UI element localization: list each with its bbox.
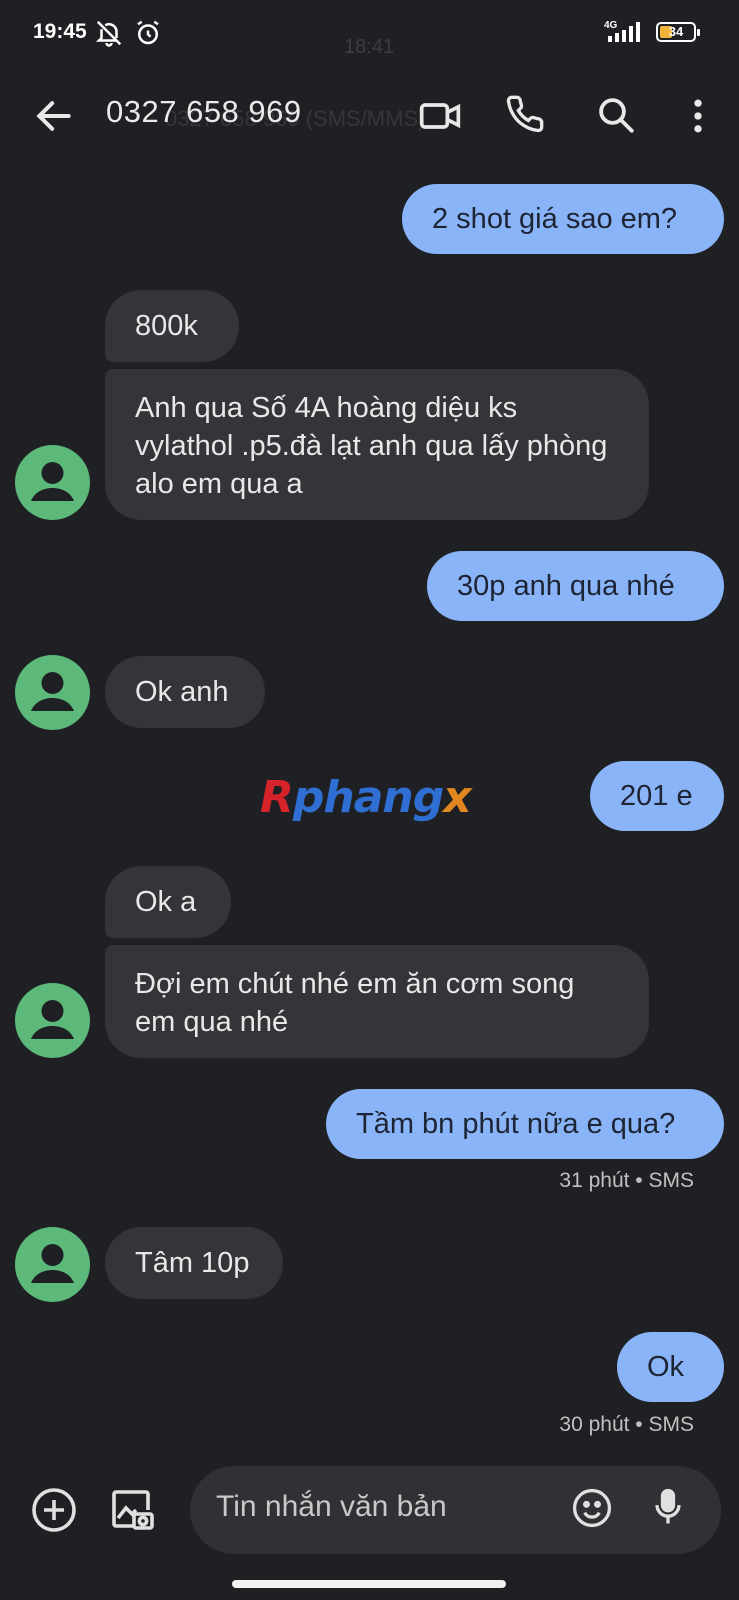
message-outgoing[interactable]: Ok	[617, 1332, 724, 1402]
message-meta: 31 phút • SMS	[559, 1169, 694, 1192]
app-bar: 0327 658 969 (SMS/MMS) 0327 658 969	[0, 66, 739, 166]
message-outgoing[interactable]: 201 e	[590, 761, 724, 831]
message-meta: 30 phút • SMS	[559, 1413, 694, 1436]
message-incoming[interactable]: Tâm 10p	[105, 1227, 283, 1299]
message-incoming[interactable]: Anh qua Số 4A hoàng diệu ks vylathol .p5…	[105, 369, 649, 520]
message-incoming[interactable]: Ok a	[105, 866, 231, 938]
add-circle-icon[interactable]	[30, 1486, 78, 1539]
battery-icon: 34	[656, 22, 700, 42]
message-outgoing[interactable]: Tầm bn phút nữa e qua?	[326, 1089, 724, 1159]
emoji-icon[interactable]	[570, 1486, 614, 1535]
conversation-title: 0327 658 969	[106, 94, 302, 129]
video-call-icon[interactable]	[418, 94, 462, 143]
ghost-time: 18:41	[344, 36, 395, 58]
signal-icon	[606, 22, 646, 49]
alarm-icon	[133, 18, 163, 53]
avatar[interactable]	[15, 983, 90, 1058]
composer-bar: Tin nhắn văn bản	[0, 1460, 739, 1560]
phone-icon[interactable]	[505, 94, 545, 139]
watermark-part-1: R	[260, 772, 294, 823]
mic-icon[interactable]	[646, 1484, 690, 1535]
message-incoming[interactable]: Đợi em chút nhé em ăn cơm song em qua nh…	[105, 945, 649, 1058]
watermark-logo: Rphangx	[260, 772, 472, 823]
message-outgoing[interactable]: 2 shot giá sao em?	[402, 184, 724, 254]
message-incoming[interactable]: Ok anh	[105, 656, 265, 728]
avatar[interactable]	[15, 1227, 90, 1302]
status-time: 19:45	[33, 20, 87, 43]
message-input-placeholder: Tin nhắn văn bản	[216, 1490, 447, 1523]
more-vert-icon[interactable]	[676, 94, 720, 143]
avatar[interactable]	[15, 445, 90, 520]
message-incoming[interactable]: 800k	[105, 290, 239, 362]
notifications-off-icon	[94, 18, 124, 53]
search-icon[interactable]	[595, 94, 637, 141]
home-indicator[interactable]	[232, 1580, 506, 1588]
watermark-part-3: x	[443, 772, 471, 823]
battery-level: 34	[668, 24, 684, 39]
gallery-camera-icon[interactable]	[108, 1486, 156, 1539]
arrow-back-icon[interactable]	[32, 94, 76, 143]
watermark-part-2: phang	[292, 772, 444, 823]
avatar[interactable]	[15, 655, 90, 730]
status-bar: 19:45 18:41 4G 34	[0, 0, 739, 66]
message-outgoing[interactable]: 30p anh qua nhé	[427, 551, 724, 621]
